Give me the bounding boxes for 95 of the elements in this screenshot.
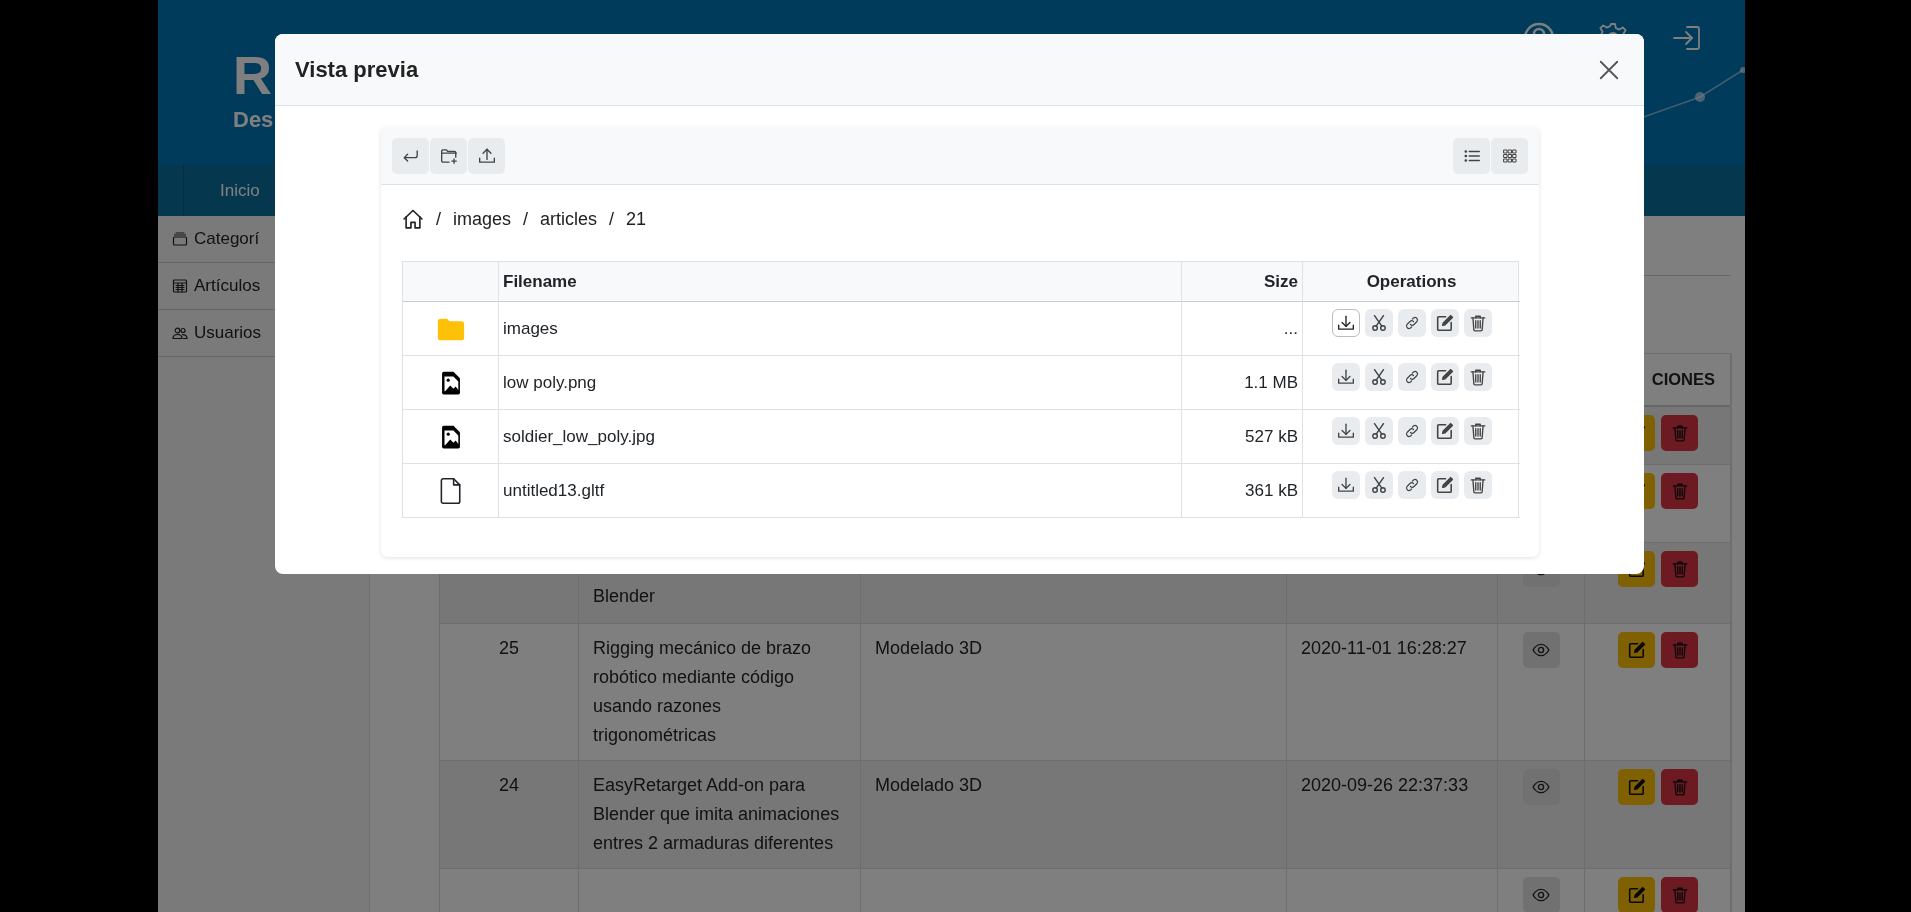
rename-button[interactable] bbox=[1430, 363, 1459, 391]
scissors-icon bbox=[1369, 314, 1388, 332]
trash-icon bbox=[1670, 778, 1689, 796]
trash-icon bbox=[1670, 424, 1689, 442]
delete-button[interactable] bbox=[1463, 309, 1492, 337]
trash-icon bbox=[1670, 641, 1689, 659]
edit-icon bbox=[1435, 476, 1454, 494]
link-button[interactable] bbox=[1397, 363, 1426, 391]
link-button[interactable] bbox=[1397, 309, 1426, 337]
edit-button[interactable] bbox=[1618, 769, 1655, 805]
rename-button[interactable] bbox=[1430, 417, 1459, 445]
table-cell: 2020-09-26 22:37:33 bbox=[1287, 761, 1498, 869]
scissors-icon bbox=[1369, 422, 1388, 440]
trash-icon bbox=[1468, 314, 1487, 332]
edit-button[interactable] bbox=[1618, 632, 1655, 668]
delete-button[interactable] bbox=[1463, 417, 1492, 445]
scissors-icon bbox=[1369, 476, 1388, 494]
grid-icon bbox=[1501, 147, 1518, 164]
link-icon bbox=[1403, 369, 1420, 385]
breadcrumb-separator: / bbox=[436, 208, 441, 230]
breadcrumb-separator: / bbox=[609, 208, 615, 230]
file-name[interactable]: soldier_low_poly.jpg bbox=[499, 410, 1182, 464]
table-cell: EasyRetarget Add-on para Blender que imita animaciones entres 2 armaduras diferentes bbox=[579, 761, 861, 869]
edit-icon bbox=[1435, 314, 1454, 332]
edit-icon bbox=[1435, 422, 1454, 440]
link-button[interactable] bbox=[1397, 417, 1426, 445]
trash-icon bbox=[1468, 476, 1487, 494]
eye-icon bbox=[1532, 641, 1550, 659]
column-header: Operations bbox=[1303, 262, 1520, 302]
file-name[interactable]: images bbox=[499, 302, 1182, 356]
table-cell: Modelado 3D bbox=[861, 761, 1287, 869]
cut-button[interactable] bbox=[1364, 309, 1393, 337]
delete-button[interactable] bbox=[1463, 471, 1492, 499]
eye-icon bbox=[1532, 778, 1550, 796]
upload-icon bbox=[477, 146, 496, 165]
link-icon bbox=[1403, 315, 1420, 331]
close-icon bbox=[1598, 58, 1620, 81]
edit-icon bbox=[1627, 886, 1646, 904]
download-icon bbox=[1336, 314, 1355, 332]
delete-button[interactable] bbox=[1463, 363, 1492, 391]
cut-button[interactable] bbox=[1364, 363, 1393, 391]
trash-icon bbox=[1670, 560, 1689, 578]
people-icon bbox=[172, 325, 188, 341]
upload-button[interactable] bbox=[468, 137, 505, 174]
edit-icon bbox=[1435, 368, 1454, 386]
file-name[interactable]: low poly.png bbox=[499, 356, 1182, 410]
cut-button[interactable] bbox=[1364, 417, 1393, 445]
link-icon bbox=[1403, 423, 1420, 439]
file-size: ... bbox=[1182, 302, 1303, 356]
logo-letter: R bbox=[233, 44, 272, 106]
file-name[interactable]: untitled13.gltf bbox=[499, 464, 1182, 518]
scissors-icon bbox=[1369, 368, 1388, 386]
cut-button[interactable] bbox=[1364, 471, 1393, 499]
archive-icon bbox=[172, 231, 188, 247]
view-button[interactable] bbox=[1522, 632, 1560, 668]
download-button[interactable] bbox=[1331, 309, 1360, 337]
download-icon bbox=[1336, 422, 1355, 440]
edit-icon bbox=[1627, 641, 1646, 659]
breadcrumb-link[interactable]: articles bbox=[540, 208, 598, 230]
logo-subtitle: Des bbox=[233, 106, 274, 134]
download-icon bbox=[1336, 368, 1355, 386]
link-icon bbox=[1403, 477, 1420, 493]
column-header: Size bbox=[1182, 262, 1303, 302]
new-folder-button[interactable] bbox=[430, 137, 467, 174]
download-icon bbox=[1336, 476, 1355, 494]
home-icon bbox=[402, 208, 424, 230]
file-size: 1.1 MB bbox=[1182, 356, 1303, 410]
view-button[interactable] bbox=[1522, 769, 1560, 805]
folder-plus-icon bbox=[439, 146, 458, 165]
trash-icon bbox=[1670, 886, 1689, 904]
list-view-button[interactable] bbox=[1453, 137, 1490, 174]
download-button[interactable] bbox=[1331, 417, 1360, 445]
view-button[interactable] bbox=[1522, 877, 1560, 912]
back-button[interactable] bbox=[392, 137, 429, 174]
column-header: Filename bbox=[499, 262, 1182, 302]
grid-view-button[interactable] bbox=[1491, 137, 1528, 174]
table-cell: 24 bbox=[440, 761, 579, 869]
file-size: 361 kB bbox=[1182, 464, 1303, 518]
edit-button[interactable] bbox=[1618, 877, 1655, 912]
trash-icon bbox=[1468, 368, 1487, 386]
breadcrumb-link[interactable]: images bbox=[453, 208, 512, 230]
table-icon bbox=[172, 278, 188, 294]
file-size: 527 kB bbox=[1182, 410, 1303, 464]
link-button[interactable] bbox=[1397, 471, 1426, 499]
download-button[interactable] bbox=[1331, 363, 1360, 391]
edit-icon bbox=[1627, 778, 1646, 796]
rename-button[interactable] bbox=[1430, 471, 1459, 499]
dialog-title: Vista previa bbox=[295, 56, 419, 83]
download-button[interactable] bbox=[1331, 471, 1360, 499]
eye-icon bbox=[1532, 886, 1550, 904]
trash-icon bbox=[1468, 422, 1487, 440]
breadcrumb-separator: / bbox=[523, 208, 529, 230]
breadcrumb-link[interactable]: 21 bbox=[626, 208, 647, 230]
rename-button[interactable] bbox=[1430, 309, 1459, 337]
trash-icon bbox=[1670, 482, 1689, 500]
